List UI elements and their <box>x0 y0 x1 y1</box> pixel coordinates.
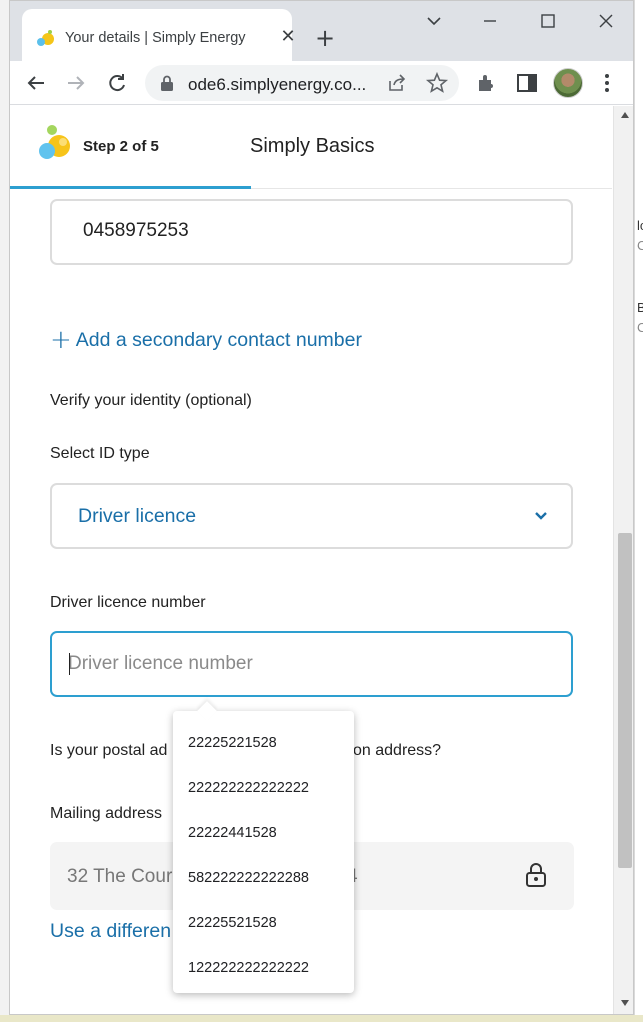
text-caret <box>69 653 70 675</box>
close-tab-icon[interactable]: ✕ <box>278 27 298 47</box>
use-different-address-link[interactable]: Use a differen <box>50 920 171 943</box>
tab-search-icon[interactable] <box>420 9 448 33</box>
autofill-suggestion[interactable]: 22225521528 <box>173 901 354 946</box>
autofill-suggestion[interactable]: 22222441528 <box>173 811 354 856</box>
share-icon[interactable] <box>385 71 409 95</box>
minimize-icon[interactable] <box>476 9 504 33</box>
licence-placeholder: Driver licence number <box>68 653 253 674</box>
side-panel-icon[interactable] <box>515 71 539 95</box>
menu-kebab-icon[interactable] <box>595 71 619 95</box>
browser-toolbar: ode6.simplyenergy.co... <box>10 61 633 105</box>
step-progress-bar <box>10 186 251 189</box>
close-window-icon[interactable] <box>592 9 620 33</box>
url-text: ode6.simplyenergy.co... <box>188 75 367 94</box>
chevron-down-icon <box>535 512 547 520</box>
background-text: lc <box>637 218 643 233</box>
page-scrollbar[interactable] <box>613 106 633 1014</box>
plan-name: Simply Basics <box>250 135 375 157</box>
background-window-edge: lc C B: C <box>634 0 643 1022</box>
profile-avatar[interactable] <box>553 68 583 98</box>
scroll-down-arrow-icon[interactable] <box>621 1000 629 1006</box>
autofill-suggestions: 22225221528 222222222222222 22222441528 … <box>173 701 354 993</box>
maximize-icon[interactable] <box>534 9 562 33</box>
autofill-suggestion[interactable]: 122222222222222 <box>173 946 354 991</box>
background-text: B: <box>637 300 643 315</box>
mailing-address-value-start: 32 The Cour <box>67 866 173 887</box>
mailing-address-label: Mailing address <box>50 805 163 822</box>
phone-value: 0458975253 <box>83 220 189 241</box>
tab-your-details[interactable]: Your details | Simply Energy ✕ <box>22 9 296 61</box>
reload-icon[interactable] <box>105 71 129 95</box>
address-bar[interactable]: ode6.simplyenergy.co... <box>145 65 459 101</box>
bookmark-star-icon[interactable] <box>425 71 449 95</box>
verify-identity-heading: Verify your identity (optional) <box>50 392 252 409</box>
step-header: Step 2 of 5 Simply Basics <box>10 106 612 189</box>
step-indicator: Step 2 of 5 <box>83 138 159 155</box>
padlock-icon <box>526 863 546 887</box>
plus-icon: + <box>50 325 72 355</box>
back-icon[interactable] <box>24 71 48 95</box>
id-type-value: Driver licence <box>78 505 197 527</box>
scroll-thumb[interactable] <box>618 533 632 868</box>
forward-icon[interactable] <box>64 71 88 95</box>
extensions-icon[interactable] <box>475 71 499 95</box>
tab-title: Your details | Simply Energy <box>65 30 246 46</box>
autofill-suggestion[interactable]: 582222222222288 <box>173 856 354 901</box>
page-content: Step 2 of 5 Simply Basics 0458975253 + Ad… <box>10 106 633 1014</box>
postal-question-start: Is your postal ad <box>50 742 168 759</box>
background-text: C <box>637 238 643 253</box>
taskbar-edge <box>0 1015 643 1022</box>
primary-phone-field[interactable]: 0458975253 <box>50 199 573 265</box>
id-type-label: Select ID type <box>50 445 150 462</box>
tab-strip: Your details | Simply Energy ✕ + <box>10 1 633 61</box>
licence-number-input[interactable]: Driver licence number <box>50 631 573 697</box>
simply-energy-favicon <box>37 30 54 46</box>
add-secondary-label: Add a secondary contact number <box>75 329 362 351</box>
id-type-select[interactable]: Driver licence <box>50 483 573 549</box>
lock-icon[interactable] <box>160 75 174 91</box>
dropdown-pointer <box>197 701 217 721</box>
new-tab-icon[interactable]: + <box>314 26 336 50</box>
autofill-suggestion[interactable]: 22225221528 <box>173 721 354 766</box>
background-text: C <box>637 320 643 335</box>
postal-question-end: on address? <box>353 742 442 759</box>
scroll-up-arrow-icon[interactable] <box>621 112 629 118</box>
simply-energy-logo <box>39 125 70 159</box>
licence-number-label: Driver licence number <box>50 594 206 611</box>
browser-window: Your details | Simply Energy ✕ + ode6.si… <box>9 0 634 1015</box>
autofill-suggestion[interactable]: 222222222222222 <box>173 766 354 811</box>
add-secondary-contact-link[interactable]: + Add a secondary contact number <box>50 325 362 355</box>
desktop-left-edge <box>0 0 9 1022</box>
